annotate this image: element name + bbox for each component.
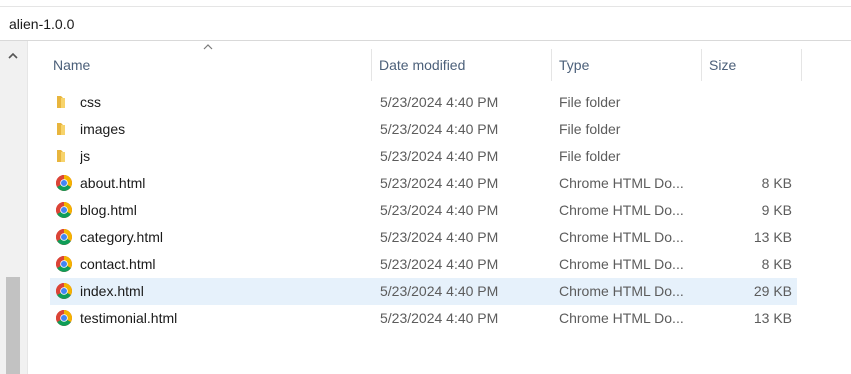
chrome-icon <box>55 305 75 332</box>
file-size <box>700 116 792 143</box>
file-name: about.html <box>80 175 146 191</box>
file-size <box>700 143 792 170</box>
file-name: index.html <box>80 283 144 299</box>
file-row[interactable]: about.html 5/23/2024 4:40 PM Chrome HTML D… <box>50 170 797 197</box>
file-type: File folder <box>559 121 621 137</box>
file-size: 9 KB <box>761 202 792 218</box>
date-modified: 5/23/2024 4:40 PM <box>380 229 499 245</box>
file-type: File folder <box>559 94 621 110</box>
chrome-icon <box>55 197 75 224</box>
file-row[interactable]: index.html 5/23/2024 4:40 PM Chrome HTML D… <box>50 278 797 305</box>
date-modified: 5/23/2024 4:40 PM <box>380 148 499 164</box>
file-type: Chrome HTML Do... <box>559 175 684 191</box>
file-type: Chrome HTML Do... <box>559 310 684 326</box>
file-row[interactable]: images 5/23/2024 4:40 PM File folder <box>50 116 797 143</box>
file-name: category.html <box>80 229 163 245</box>
column-header-name[interactable]: Name <box>50 49 372 81</box>
file-name: js <box>80 148 91 164</box>
file-type: Chrome HTML Do... <box>559 256 684 272</box>
file-row[interactable]: css 5/23/2024 4:40 PM File folder <box>50 89 797 116</box>
vertical-scrollbar[interactable] <box>0 41 28 374</box>
file-type: Chrome HTML Do... <box>559 283 684 299</box>
address-bar[interactable]: alien-1.0.0 <box>0 7 851 41</box>
file-type: File folder <box>559 148 621 164</box>
date-modified: 5/23/2024 4:40 PM <box>380 256 499 272</box>
column-header-size[interactable]: Size <box>706 49 802 81</box>
file-size: 13 KB <box>753 229 792 245</box>
file-type: Chrome HTML Do... <box>559 202 684 218</box>
window-top-strip <box>0 0 851 7</box>
file-name: contact.html <box>80 256 156 272</box>
file-row[interactable]: testimonial.html 5/23/2024 4:40 PM Chrome … <box>50 305 797 332</box>
column-header-date-modified[interactable]: Date modified <box>376 49 552 81</box>
column-header-type[interactable]: Type <box>556 49 702 81</box>
scroll-up-arrow-icon[interactable] <box>6 49 20 63</box>
date-modified: 5/23/2024 4:40 PM <box>380 202 499 218</box>
date-modified: 5/23/2024 4:40 PM <box>380 94 499 110</box>
file-name: images <box>80 121 126 137</box>
chrome-icon <box>55 170 75 197</box>
date-modified: 5/23/2024 4:40 PM <box>380 121 499 137</box>
file-size <box>700 89 792 116</box>
file-type: Chrome HTML Do... <box>559 229 684 245</box>
chrome-icon <box>55 251 75 278</box>
file-name: testimonial.html <box>80 310 178 326</box>
folder-icon <box>55 89 75 116</box>
scroll-thumb[interactable] <box>6 277 20 374</box>
folder-icon <box>55 116 75 143</box>
file-row[interactable]: blog.html 5/23/2024 4:40 PM Chrome HTML Do… <box>50 197 797 224</box>
file-name: blog.html <box>80 202 137 218</box>
chrome-icon <box>55 278 75 305</box>
file-row[interactable]: js 5/23/2024 4:40 PM File folder <box>50 143 797 170</box>
file-size: 29 KB <box>753 283 792 299</box>
file-row[interactable]: contact.html 5/23/2024 4:40 PM Chrome HTML… <box>50 251 797 278</box>
date-modified: 5/23/2024 4:40 PM <box>380 310 499 326</box>
column-header-row: Name Date modified Type Size <box>50 44 802 81</box>
folder-icon <box>55 143 75 170</box>
file-size: 8 KB <box>761 175 792 191</box>
address-path: alien-1.0.0 <box>9 16 75 32</box>
date-modified: 5/23/2024 4:40 PM <box>380 175 499 191</box>
date-modified: 5/23/2024 4:40 PM <box>380 283 499 299</box>
file-name: css <box>80 94 101 110</box>
file-size: 8 KB <box>761 256 792 272</box>
chrome-icon <box>55 224 75 251</box>
file-size: 13 KB <box>753 310 792 326</box>
file-row[interactable]: category.html 5/23/2024 4:40 PM Chrome HTM… <box>50 224 797 251</box>
